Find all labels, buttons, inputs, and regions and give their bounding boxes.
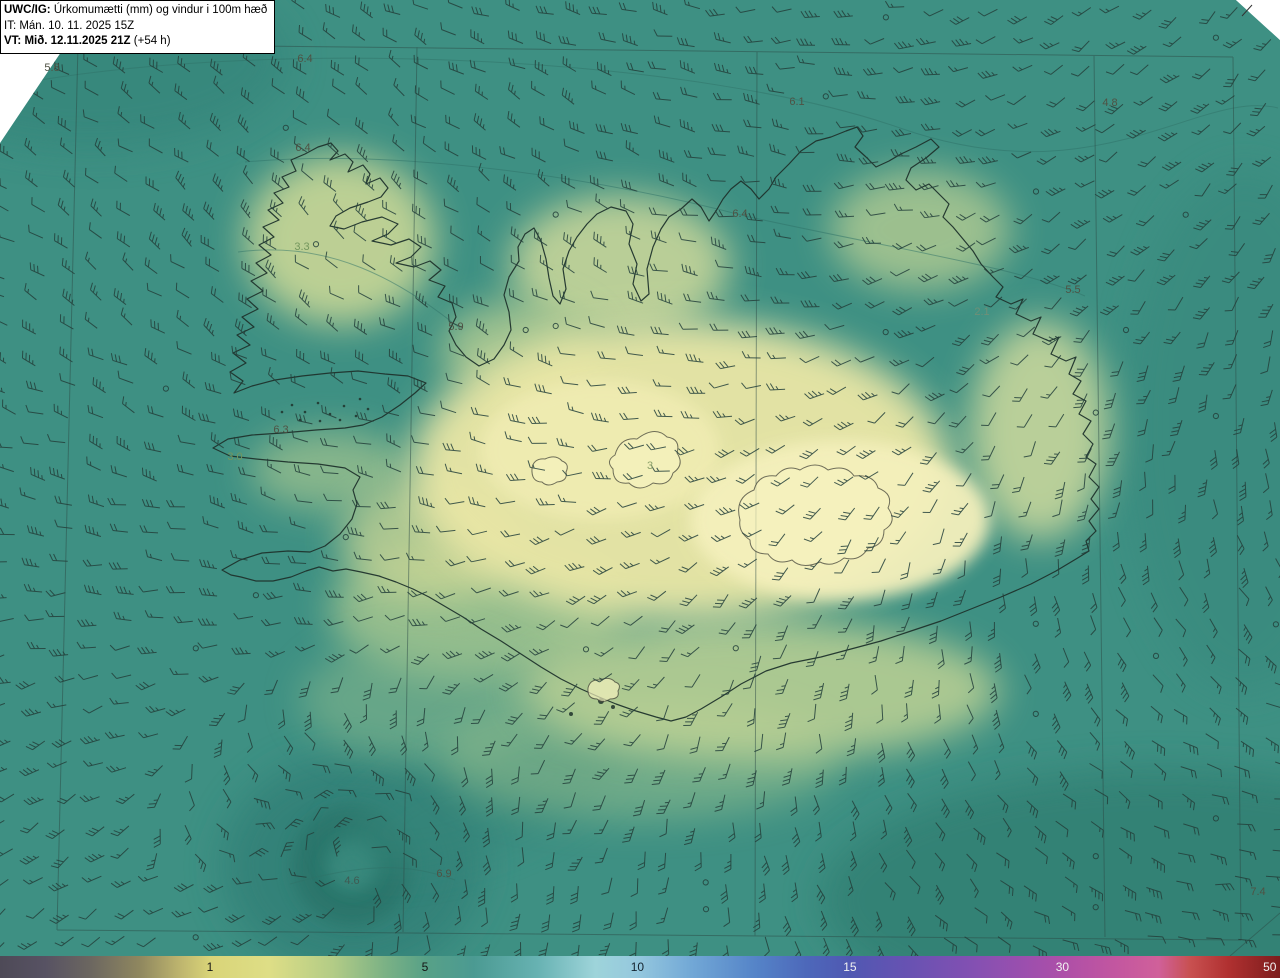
model-name: UWC/IG: bbox=[4, 4, 51, 16]
title-line-model: UWC/IG: Úrkomumætti (mm) og vindur i 100… bbox=[4, 3, 267, 19]
lead-time: (+54 h) bbox=[130, 35, 171, 47]
colorbar-tick-label: 10 bbox=[630, 960, 645, 974]
wind-barb-icon bbox=[0, 93, 13, 98]
wind-barb-icon bbox=[1259, 7, 1275, 22]
title-line-valid-time: VT: Mið. 12.11.2025 21Z (+54 h) bbox=[4, 34, 267, 50]
wind-barb-icon bbox=[24, 60, 40, 76]
colorbar-tick-label: 30 bbox=[1055, 960, 1070, 974]
colorbar-tick-label: 5 bbox=[421, 960, 429, 974]
valid-time: VT: Mið. 12.11.2025 21Z bbox=[4, 35, 131, 47]
colorbar-legend: 1 5 10 15 30 50 bbox=[0, 956, 1280, 978]
product-name: Úrkomumætti (mm) og vindur i 100m hæð bbox=[50, 4, 268, 16]
map-canvas bbox=[0, 0, 1280, 956]
title-line-init-time: IT: Mán. 10. 11. 2025 15Z bbox=[4, 19, 135, 32]
colorbar-tick-label: 1 bbox=[206, 960, 214, 974]
map-stage: 5.8 6.4 6.1 4.8 6.4 6.4 3.3 5.5 2.1 5.9 6.3 3.0 3 4.6… bbox=[0, 0, 1280, 956]
wind-barb-icon bbox=[0, 53, 15, 65]
colorbar-tick-label: 50 bbox=[1263, 960, 1277, 974]
colorbar-tick-label: 15 bbox=[843, 960, 857, 974]
forecast-title-box: UWC/IG: Úrkomumætti (mm) og vindur i 100… bbox=[0, 0, 276, 54]
weather-map-app: 5.8 6.4 6.1 4.8 6.4 6.4 3.3 5.5 2.1 5.9 6.3 3.0 3 4.6… bbox=[0, 0, 1280, 978]
